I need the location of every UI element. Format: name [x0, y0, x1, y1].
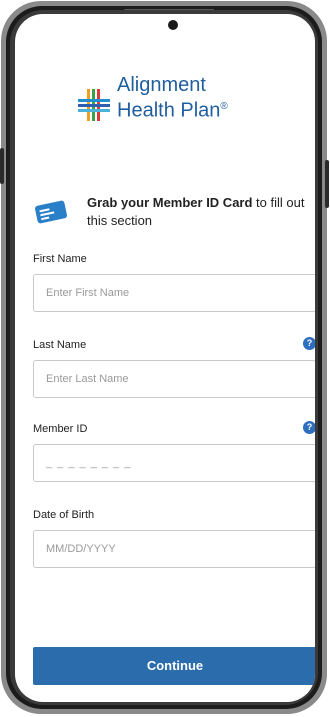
camera-icon	[168, 20, 178, 30]
logo-text: Alignment Health Plan®	[117, 74, 228, 122]
member-id-label: Member ID	[33, 423, 88, 435]
last-name-placeholder: Enter Last Name	[46, 373, 129, 385]
logo-line-2: Health Plan®	[117, 96, 228, 122]
first-name-placeholder: Enter First Name	[46, 287, 130, 299]
dob-label: Date of Birth	[33, 509, 95, 521]
app-screen: Alignment Health Plan® Grab your Member …	[15, 14, 315, 702]
first-name-label: First Name	[33, 253, 87, 265]
logo-line-1: Alignment	[117, 74, 206, 96]
member-id-input[interactable]: _ _ _ _ _ _ _ _	[33, 444, 315, 482]
member-card-icon	[35, 200, 67, 224]
last-name-input[interactable]: Enter Last Name	[33, 360, 315, 398]
last-name-label: Last Name	[33, 339, 87, 351]
dob-input[interactable]: MM/DD/YYYY	[33, 530, 315, 568]
help-icon[interactable]: ?	[303, 421, 315, 434]
logo-line-2-text: Health Plan	[117, 99, 221, 122]
logo-cross-icon	[78, 89, 110, 121]
registered-mark: ®	[220, 101, 228, 112]
member-id-placeholder: _ _ _ _ _ _ _ _	[46, 457, 132, 469]
dob-placeholder: MM/DD/YYYY	[46, 543, 116, 555]
first-name-input[interactable]: Enter First Name	[33, 274, 315, 312]
power-button	[325, 160, 329, 208]
help-icon[interactable]: ?	[303, 337, 315, 350]
volume-button	[0, 148, 4, 184]
continue-button[interactable]: Continue	[33, 647, 315, 685]
prompt-bold: Grab your Member ID Card	[87, 195, 253, 210]
prompt-text: Grab your Member ID Card to fill out thi…	[87, 194, 315, 230]
